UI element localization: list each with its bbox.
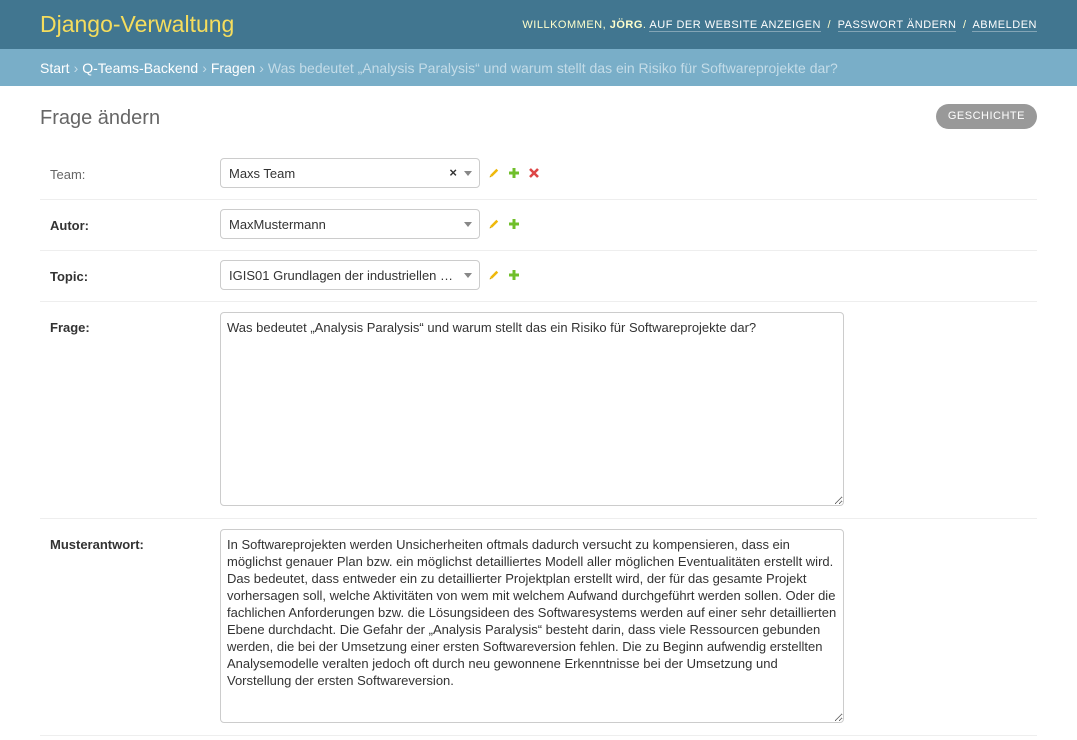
breadcrumb-separator: › [73,59,79,76]
breadcrumb: Start › Q-Teams-Backend › Fragen › Was b… [0,49,1077,86]
author-field-wrap: MaxMustermann [220,209,520,239]
team-select-value: Maxs Team [229,165,296,181]
breadcrumb-separator: › [259,59,264,76]
logout-link[interactable]: Abmelden [972,18,1037,32]
user-tools: Willkommen, Jörg. Auf der Website anzeig… [522,18,1037,32]
topic-select-value: IGIS01 Grundlagen der industriellen Soft… [229,267,454,283]
author-select[interactable]: MaxMustermann [220,209,480,239]
pencil-icon[interactable] [488,218,500,230]
form-row-frage: Frage: Was bedeutet „Analysis Paralysis“… [40,302,1037,519]
breadcrumb-current: Was bedeutet „Analysis Paralysis“ und wa… [267,59,838,76]
form-row-topic: Topic: IGIS01 Grundlagen der industriell… [40,251,1037,302]
pencil-icon[interactable] [488,167,500,179]
frage-textarea[interactable]: Was bedeutet „Analysis Paralysis“ und wa… [220,312,844,506]
chevron-down-icon[interactable] [464,171,472,176]
username: Jörg [609,18,643,31]
answer-label: Musterantwort: [50,537,144,552]
content-head: Frage ändern Geschichte [40,86,1037,149]
main-content: Frage ändern Geschichte Team: Maxs Team … [0,86,1077,736]
form-row-team: Team: Maxs Team × [40,149,1037,200]
view-site-link[interactable]: Auf der Website anzeigen [649,18,821,32]
welcome-text: Willkommen, [522,18,607,31]
topic-label: Topic: [50,269,89,284]
frage-label: Frage: [50,320,90,335]
topic-select[interactable]: IGIS01 Grundlagen der industriellen Soft… [220,260,480,290]
site-header: Django-Verwaltung Willkommen, Jörg. Auf … [0,0,1077,49]
author-select-value: MaxMustermann [229,216,326,232]
answer-textarea[interactable]: In Softwareprojekten werden Unsicherheit… [220,529,844,723]
delete-x-icon[interactable] [528,167,540,179]
plus-icon[interactable] [508,269,520,281]
breadcrumb-app[interactable]: Q-Teams-Backend [82,60,198,76]
page-title: Frage ändern [40,106,161,129]
plus-icon[interactable] [508,218,520,230]
pencil-icon[interactable] [488,269,500,281]
chevron-down-icon[interactable] [464,222,472,227]
breadcrumb-home[interactable]: Start [40,60,70,76]
history-button[interactable]: Geschichte [935,103,1037,129]
separator: / [962,18,967,31]
site-title[interactable]: Django-Verwaltung [40,11,234,38]
topic-field-wrap: IGIS01 Grundlagen der industriellen Soft… [220,260,520,290]
team-field-wrap: Maxs Team × [220,158,540,188]
chevron-down-icon[interactable] [464,273,472,278]
plus-icon[interactable] [508,167,520,179]
breadcrumb-model[interactable]: Fragen [211,60,255,76]
form-row-answer: Musterantwort: In Softwareprojekten werd… [40,519,1037,736]
author-label: Autor: [50,218,89,233]
breadcrumb-separator: › [202,59,207,76]
team-label: Team: [50,167,86,182]
change-password-link[interactable]: Passwort ändern [837,18,957,32]
team-select[interactable]: Maxs Team × [220,158,480,188]
clear-selection-icon[interactable]: × [449,166,457,180]
form-row-author: Autor: MaxMustermann [40,200,1037,251]
separator: / [827,18,832,31]
